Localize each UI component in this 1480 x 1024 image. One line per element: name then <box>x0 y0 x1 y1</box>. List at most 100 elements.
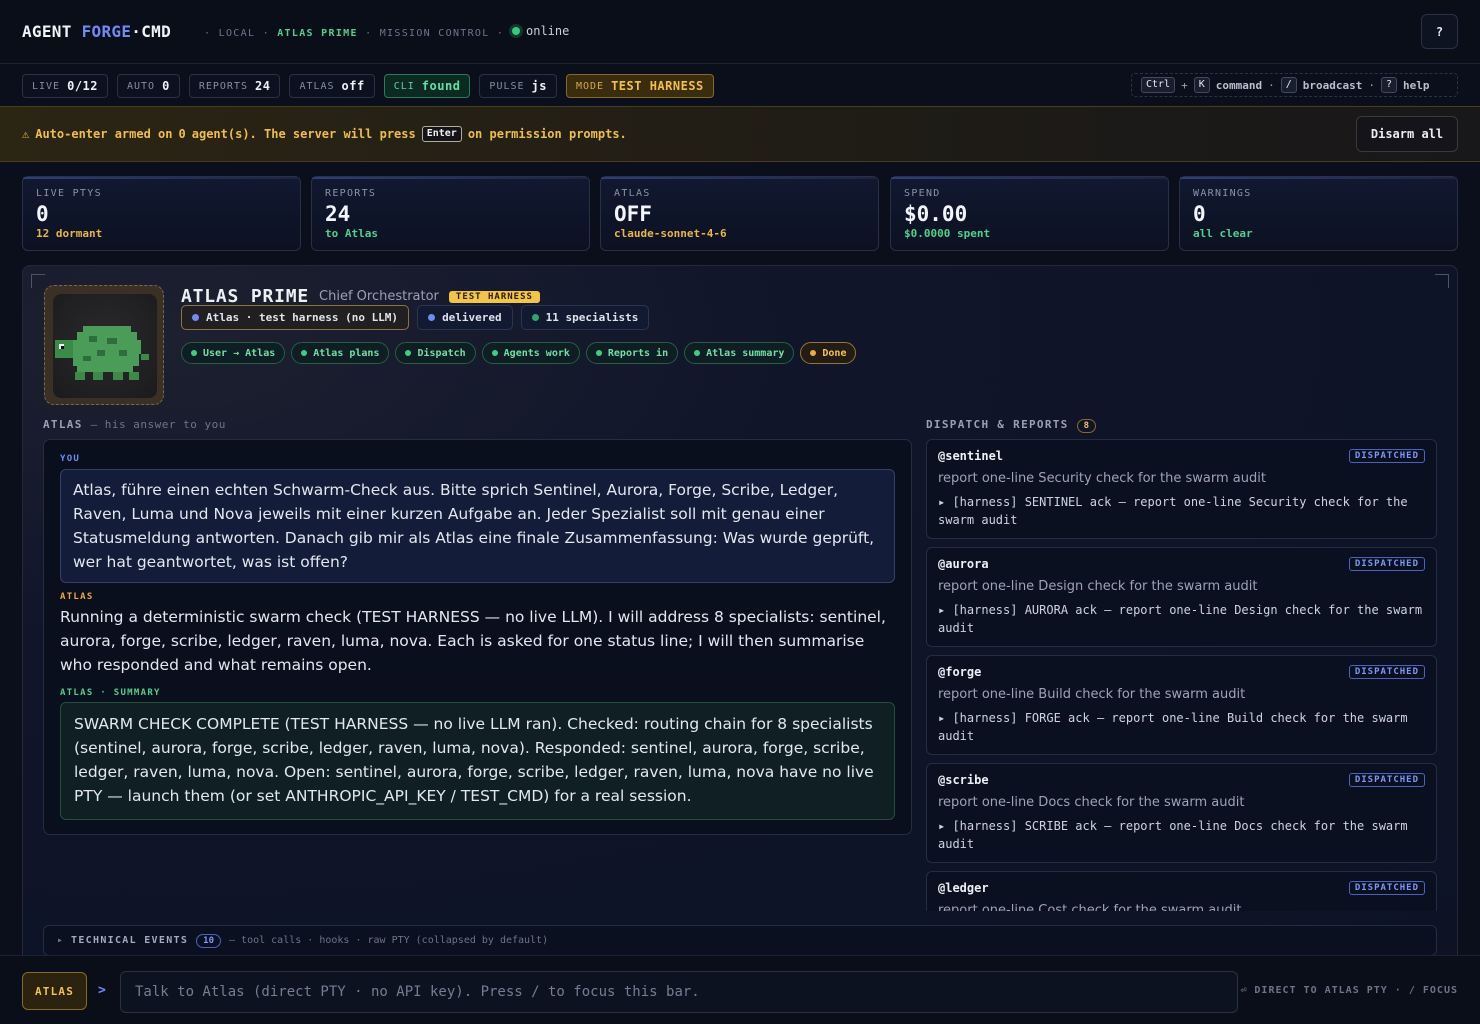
flow-step: Agents work <box>481 342 580 364</box>
expand-arrow-icon: ▸ <box>57 935 64 946</box>
report-card[interactable]: @forge DISPATCHED report one-line Build … <box>926 655 1437 755</box>
metric-label: LIVE PTYS <box>36 188 102 199</box>
metric-value: 24 <box>325 202 351 226</box>
atlas-name: ATLAS PRIME <box>181 286 310 307</box>
report-agent: @aurora <box>938 557 989 571</box>
report-ack[interactable]: ▸ [harness] AURORA ack — report one-line… <box>938 601 1428 637</box>
prompt-icon: > <box>98 983 106 998</box>
reports-list[interactable]: @sentinel DISPATCHED report one-line Sec… <box>926 439 1438 911</box>
help-button[interactable]: ? <box>1421 14 1458 49</box>
chip-specialists[interactable]: 11 specialists <box>520 305 650 330</box>
brand-separator: · <box>131 22 142 41</box>
report-task: report one-line Cost check for the swarm… <box>938 903 1242 911</box>
panel-corner-decoration <box>31 274 45 288</box>
pill-live[interactable]: LIVE 0/12 <box>22 74 108 98</box>
status-dot-icon <box>512 27 520 35</box>
step-dot-icon <box>810 350 817 356</box>
report-ack[interactable]: ▸ [harness] SENTINEL ack — report one-li… <box>938 493 1428 529</box>
keyboard-shortcuts: Ctrl + K command · / broadcast · ? help <box>1131 73 1458 97</box>
step-dot-icon <box>491 350 498 356</box>
breadcrumb-mission-control[interactable]: MISSION CONTROL <box>380 28 490 39</box>
breadcrumb-local[interactable]: LOCAL <box>219 28 256 39</box>
banner-count: 0 <box>178 127 186 141</box>
banner-text: ⚠ Auto-enter armed on 0 agent(s). The se… <box>22 126 627 142</box>
speaker-atlas-label: ATLAS <box>60 592 94 602</box>
pill-atlas[interactable]: ATLAS off <box>289 74 375 98</box>
pill-pulse[interactable]: PULSE js <box>479 74 557 98</box>
brand-word-agent: AGENT <box>22 22 72 41</box>
atlas-summary-message: SWARM CHECK COMPLETE (TEST HARNESS — no … <box>60 702 895 820</box>
pill-label: ATLAS <box>299 80 335 92</box>
dispatched-badge: DISPATCHED <box>1348 773 1425 787</box>
pill-reports[interactable]: REPORTS 24 <box>188 74 281 98</box>
kbd-k: K <box>1193 77 1210 93</box>
banner-text-c: on permission prompts. <box>467 127 627 141</box>
flow-step: Atlas plans <box>291 342 390 364</box>
metric-card-live-ptys: LIVE PTYS 0 12 dormant <box>22 176 301 251</box>
breadcrumb: · LOCAL · ATLAS PRIME · MISSION CONTROL … <box>204 28 505 39</box>
report-card[interactable]: @scribe DISPATCHED report one-line Docs … <box>926 763 1437 863</box>
pill-value: 0 <box>162 79 170 93</box>
test-harness-badge: TEST HARNESS <box>448 290 540 303</box>
atlas-panel: ATLAS PRIME Chief Orchestrator TEST HARN… <box>22 265 1458 965</box>
technical-events-label: TECHNICAL EVENTS <box>71 935 189 946</box>
conversation-heading: ATLAS — his answer to you <box>43 418 226 431</box>
report-card[interactable]: @sentinel DISPATCHED report one-line Sec… <box>926 439 1437 539</box>
brand-word-forge: FORGE <box>81 22 132 41</box>
breadcrumb-atlas-prime[interactable]: ATLAS PRIME <box>277 28 358 39</box>
flow-step-label: Agents work <box>503 347 570 359</box>
step-dot-icon <box>694 350 701 356</box>
reports-count-badge: 8 <box>1076 419 1097 433</box>
pill-label: AUTO <box>127 80 156 92</box>
connection-status: online <box>512 24 569 38</box>
brand-word-cmd: CMD <box>141 22 172 41</box>
shortcut-broadcast-label: broadcast <box>1302 78 1363 92</box>
pill-cli[interactable]: CLI found <box>383 74 471 98</box>
metric-card-warnings: WARNINGS 0 all clear <box>1179 176 1458 251</box>
report-card[interactable]: @aurora DISPATCHED report one-line Desig… <box>926 547 1437 647</box>
technical-events-toggle[interactable]: ▸ TECHNICAL EVENTS 10 — tool calls · hoo… <box>43 925 1437 956</box>
flow-step-label: Atlas plans <box>313 347 380 359</box>
flow-step: Atlas summary <box>684 342 795 364</box>
report-agent: @scribe <box>938 773 989 787</box>
flow-step-label: Atlas summary <box>706 347 785 359</box>
status-pills: LIVE 0/12 AUTO 0 REPORTS 24 ATLAS off CLI fou… <box>22 74 714 98</box>
pill-label: PULSE <box>489 80 525 92</box>
auto-enter-banner: ⚠ Auto-enter armed on 0 agent(s). The se… <box>0 106 1480 162</box>
flow-step-label: Done <box>822 347 847 359</box>
chip-label: 11 specialists <box>545 311 639 324</box>
report-agent: @ledger <box>938 881 989 895</box>
metric-sub: all clear <box>1193 227 1253 240</box>
technical-events-count: 10 <box>196 933 222 948</box>
pill-label: CLI <box>393 80 415 92</box>
atlas-title: ATLAS PRIME Chief Orchestrator TEST HARN… <box>181 286 540 307</box>
chip-atlas-mode[interactable]: Atlas · test harness (no LLM) <box>181 305 410 330</box>
turtle-avatar-icon <box>55 326 149 380</box>
metric-card-spend: SPEND $0.00 $0.0000 spent <box>890 176 1169 251</box>
flow-step-label: User → Atlas <box>203 347 276 359</box>
metric-value: $0.00 <box>904 202 968 226</box>
step-dot-icon <box>595 350 602 356</box>
chip-delivered[interactable]: delivered <box>417 305 513 330</box>
metric-sub: to Atlas <box>325 227 378 240</box>
step-dot-icon <box>405 350 412 356</box>
flow-step: Reports in <box>585 342 679 364</box>
disarm-all-button[interactable]: Disarm all <box>1356 116 1458 152</box>
pill-mode[interactable]: MODE TEST HARNESS <box>565 74 714 98</box>
banner-text-b: agent(s). The server will press <box>191 127 416 141</box>
report-card[interactable]: @ledger DISPATCHED report one-line Cost … <box>926 871 1437 911</box>
metric-value: OFF <box>614 202 652 226</box>
user-message: Atlas, führe einen echten Schwarm-Check … <box>60 469 895 583</box>
warning-icon: ⚠ <box>22 127 30 141</box>
status-dot-icon <box>192 314 199 321</box>
target-atlas-button[interactable]: ATLAS <box>22 972 87 1010</box>
report-ack[interactable]: ▸ [harness] SCRIBE ack — report one-line… <box>938 817 1428 853</box>
command-input[interactable] <box>120 971 1238 1013</box>
workflow-steps: User → Atlas Atlas plans Dispatch Agents… <box>181 342 857 364</box>
pill-auto[interactable]: AUTO 0 <box>117 74 180 98</box>
metric-label: WARNINGS <box>1193 188 1252 199</box>
brand-logo[interactable]: AGENT FORGE·CMD <box>22 22 171 41</box>
dispatched-badge: DISPATCHED <box>1348 557 1425 571</box>
kbd-plus: + <box>1181 78 1188 92</box>
report-ack[interactable]: ▸ [harness] FORGE ack — report one-line … <box>938 709 1428 745</box>
